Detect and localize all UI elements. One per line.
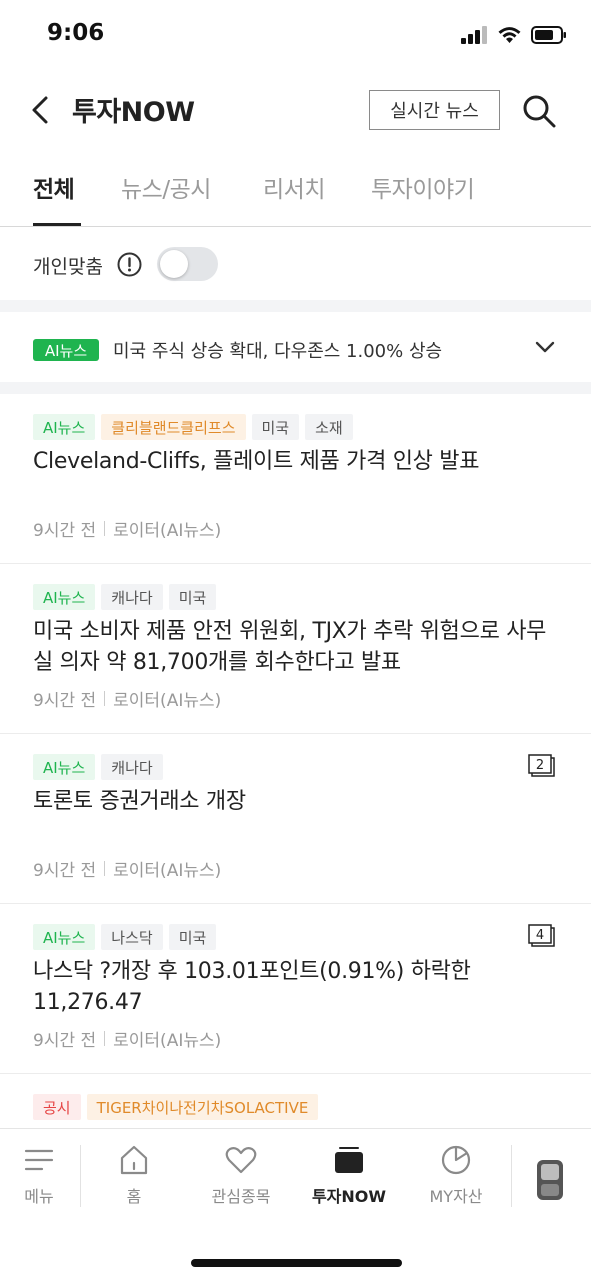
tab-news-disclosure[interactable]: 뉴스/공시 [121, 170, 211, 204]
search-icon[interactable] [520, 92, 558, 130]
news-meta: 9시간 전 로이터(AI뉴스) [33, 1026, 221, 1051]
personalization-toggle[interactable] [157, 247, 218, 281]
news-title[interactable]: 토론토 증권거래소 개장 [33, 786, 553, 817]
nav-label: 투자NOW [311, 1187, 387, 1206]
nav-invest-now[interactable]: 투자NOW [299, 1143, 399, 1207]
home-indicator [191, 1259, 402, 1267]
news-source: 로이터(AI뉴스) [113, 1031, 222, 1051]
tag-region: 캐나다 [101, 754, 163, 780]
tag-region: 미국 [168, 584, 217, 610]
tag-disclosure: 공시 [33, 1094, 81, 1120]
meta-separator [104, 1031, 106, 1046]
nav-divider [511, 1145, 512, 1207]
back-icon[interactable] [26, 92, 56, 128]
nav-divider [80, 1145, 81, 1207]
section-divider [0, 300, 591, 312]
device-icon[interactable] [536, 1159, 564, 1201]
bottom-nav: 메뉴 홈 관심종목 투자NOW MY자산 [0, 1128, 591, 1280]
news-source: 로이터(AI뉴스) [113, 861, 222, 881]
realtime-news-button[interactable]: 실시간 뉴스 [369, 90, 500, 130]
ai-banner-text: 미국 주식 상승 확대, 다우존스 1.00% 상승 [113, 341, 443, 362]
nav-watchlist[interactable]: 관심종목 [191, 1143, 291, 1207]
ai-news-badge: AI뉴스 [33, 339, 99, 361]
related-count: 2 [536, 758, 544, 773]
tag-region: 캐나다 [101, 584, 163, 610]
section-divider [0, 382, 591, 394]
chevron-down-icon[interactable] [534, 338, 556, 356]
tab-all[interactable]: 전체 [33, 170, 75, 204]
personalization-row: 개인맞춤 [0, 240, 591, 290]
pie-chart-icon [441, 1145, 471, 1175]
related-count-icon: 2 [528, 754, 555, 777]
news-item[interactable]: AI뉴스 캐나다 2 토론토 증권거래소 개장 9시간 전 로이터(AI뉴스) [0, 734, 591, 904]
related-count: 4 [536, 928, 544, 943]
tag-ai-news: AI뉴스 [33, 754, 96, 780]
menu-icon [24, 1149, 54, 1171]
news-tags: AI뉴스 캐나다 [33, 754, 163, 780]
news-item[interactable]: AI뉴스 클리블랜드클리프스 미국 소재 Cleveland-Cliffs, 플… [0, 394, 591, 564]
news-tags: 공시 TIGER차이나전기차SOLACTIVE [33, 1094, 319, 1120]
nav-home[interactable]: 홈 [84, 1143, 184, 1207]
nav-label: 관심종목 [211, 1187, 271, 1206]
status-bar: 9:06 [0, 0, 591, 70]
news-time: 9시간 전 [33, 691, 97, 711]
news-time: 9시간 전 [33, 1031, 97, 1051]
tag-region: 미국 [168, 924, 217, 950]
info-icon[interactable] [117, 252, 142, 277]
meta-separator [104, 691, 106, 706]
news-title[interactable]: 나스닥 ?개장 후 103.01포인트(0.91%) 하락한 11,276.47 [33, 956, 553, 1018]
news-source: 로이터(AI뉴스) [113, 691, 222, 711]
nav-label: 메뉴 [24, 1187, 54, 1206]
toggle-knob [160, 250, 188, 278]
news-title[interactable]: 미국 소비자 제품 안전 위원회, TJX가 추락 위험으로 사무실 의자 약 … [33, 616, 553, 678]
tab-research[interactable]: 리서치 [263, 170, 325, 204]
news-tags: AI뉴스 나스닥 미국 [33, 924, 217, 950]
battery-icon [531, 26, 566, 44]
news-meta: 9시간 전 로이터(AI뉴스) [33, 686, 221, 711]
news-source: 로이터(AI뉴스) [113, 521, 222, 541]
heart-icon [225, 1147, 257, 1174]
tag-ai-news: AI뉴스 [33, 584, 96, 610]
status-icons [461, 26, 567, 44]
personalization-label: 개인맞춤 [33, 256, 103, 278]
tag-market: 나스닥 [101, 924, 163, 950]
tag-sector: 소재 [305, 414, 353, 440]
related-count-icon: 4 [528, 924, 555, 947]
news-time: 9시간 전 [33, 521, 97, 541]
news-tags: AI뉴스 캐나다 미국 [33, 584, 217, 610]
tag-stock[interactable]: TIGER차이나전기차SOLACTIVE [86, 1094, 319, 1120]
page-title: 투자NOW [72, 97, 195, 128]
app-header: 투자NOW 실시간 뉴스 [0, 70, 591, 150]
news-item[interactable]: AI뉴스 캐나다 미국 미국 소비자 제품 안전 위원회, TJX가 추락 위험… [0, 564, 591, 734]
category-tabs: 전체 뉴스/공시 리서치 투자이야기 [0, 156, 591, 227]
news-meta: 9시간 전 로이터(AI뉴스) [33, 856, 221, 881]
cellular-signal-icon [461, 26, 487, 44]
news-icon [335, 1147, 363, 1173]
tag-ai-news: AI뉴스 [33, 924, 96, 950]
news-tags: AI뉴스 클리블랜드클리프스 미국 소재 [33, 414, 353, 440]
wifi-icon [498, 27, 521, 43]
tag-region: 미국 [251, 414, 300, 440]
news-item[interactable]: AI뉴스 나스닥 미국 4 나스닥 ?개장 후 103.01포인트(0.91%)… [0, 904, 591, 1074]
status-time: 9:06 [47, 20, 105, 46]
nav-label: MY자산 [429, 1187, 483, 1206]
news-time: 9시간 전 [33, 861, 97, 881]
ai-news-banner[interactable]: AI뉴스 미국 주식 상승 확대, 다우존스 1.00% 상승 [0, 312, 591, 382]
nav-my-assets[interactable]: MY자산 [406, 1143, 506, 1207]
meta-separator [104, 521, 106, 536]
tab-investment-talk[interactable]: 투자이야기 [371, 170, 475, 204]
active-tab-indicator [33, 223, 81, 226]
meta-separator [104, 861, 106, 876]
news-title[interactable]: Cleveland-Cliffs, 플레이트 제품 가격 인상 발표 [33, 446, 553, 477]
tag-stock[interactable]: 클리블랜드클리프스 [101, 414, 246, 440]
home-icon [120, 1145, 148, 1175]
nav-menu[interactable]: 메뉴 [0, 1143, 89, 1207]
nav-label: 홈 [126, 1187, 142, 1206]
tag-ai-news: AI뉴스 [33, 414, 96, 440]
news-meta: 9시간 전 로이터(AI뉴스) [33, 516, 221, 541]
